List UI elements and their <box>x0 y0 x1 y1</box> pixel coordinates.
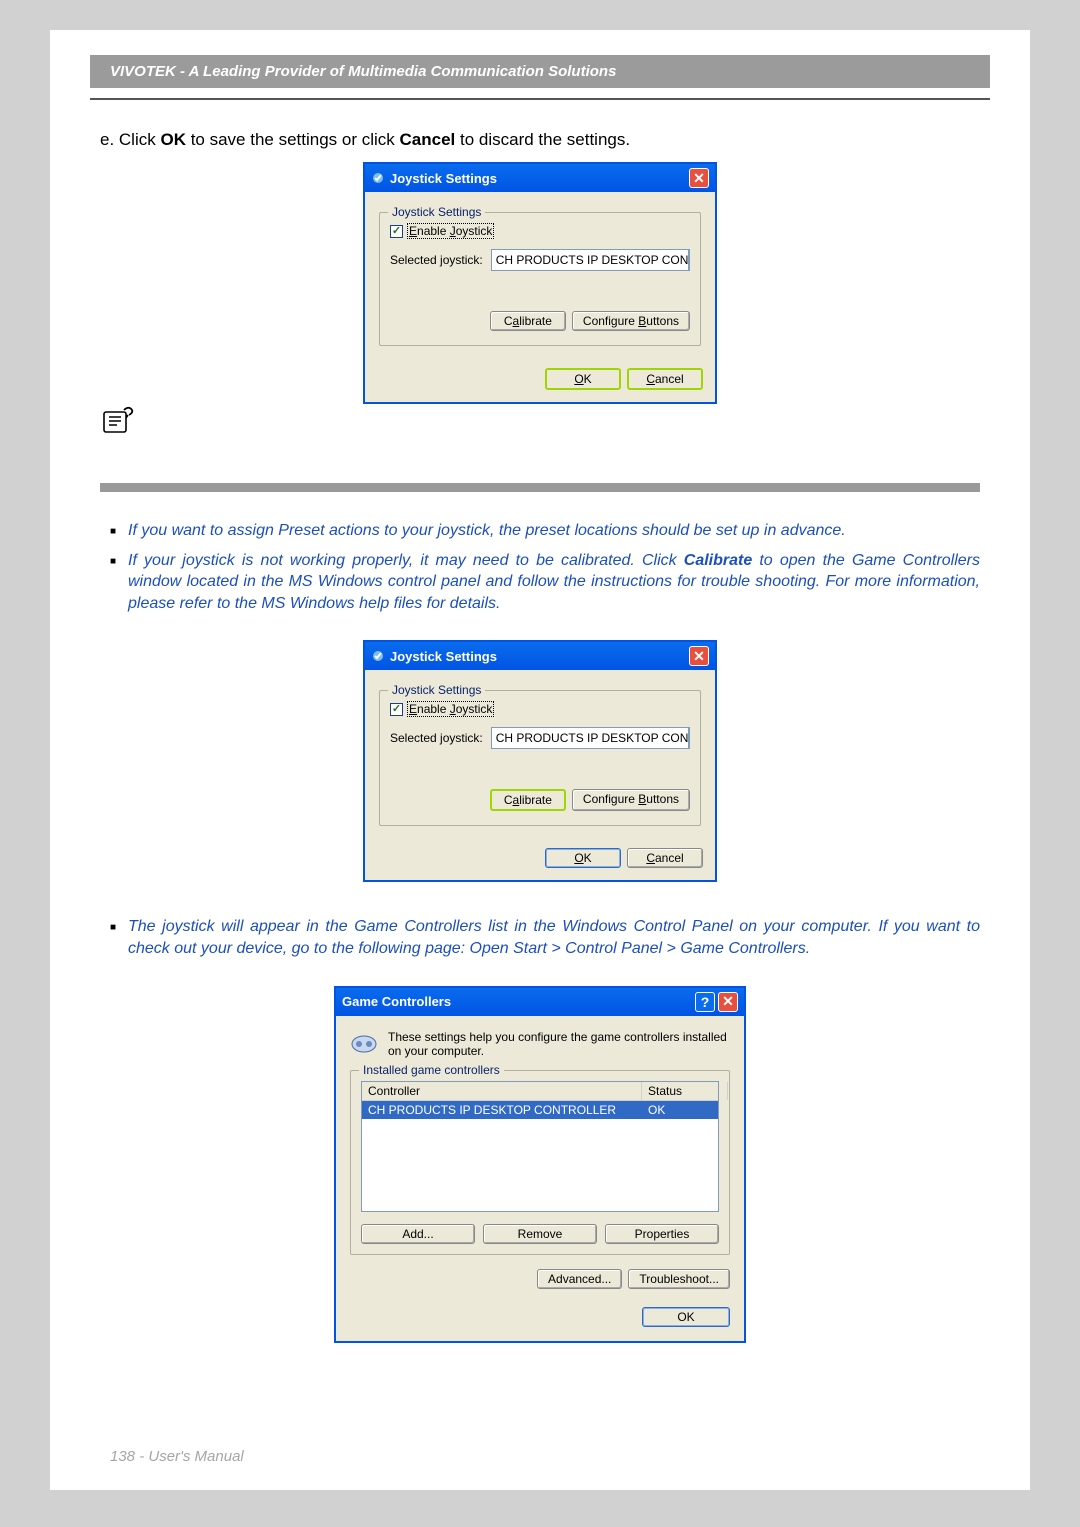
titlebar: Game Controllers ? ✕ <box>336 988 744 1016</box>
header-band: VIVOTEK - A Leading Provider of Multimed… <box>90 55 990 88</box>
dialog-title: Joystick Settings <box>390 649 497 664</box>
close-icon[interactable]: ✕ <box>689 646 709 666</box>
titlebar: Joystick Settings ✕ <box>365 642 715 670</box>
gc-description: These settings help you configure the ga… <box>388 1030 730 1058</box>
dialog-title: Joystick Settings <box>390 171 497 186</box>
joystick-settings-dialog-2: Joystick Settings ✕ Joystick Settings ✓ … <box>363 640 717 882</box>
cancel-button[interactable]: Cancel <box>627 848 703 868</box>
close-icon[interactable]: ✕ <box>689 168 709 188</box>
app-icon <box>371 171 385 185</box>
configure-buttons-button[interactable]: Configure Buttons <box>572 789 690 811</box>
selected-joystick-label: Selected joystick: <box>390 253 483 267</box>
ok-button[interactable]: OK <box>545 368 621 390</box>
configure-buttons-button[interactable]: Configure Buttons <box>572 311 690 331</box>
gc-group-legend: Installed game controllers <box>359 1063 504 1077</box>
group-legend: Joystick Settings <box>388 205 485 219</box>
ok-button[interactable]: OK <box>545 848 621 868</box>
column-header-status[interactable]: Status <box>642 1082 728 1100</box>
app-icon <box>371 649 385 663</box>
ok-button[interactable]: OK <box>642 1307 730 1327</box>
note-bullet-1: If you want to assign Preset actions to … <box>100 520 980 542</box>
selected-joystick-label: Selected joystick: <box>390 731 483 745</box>
page-footer: 138 - User's Manual <box>110 1448 244 1465</box>
step-instruction: e. Click OK to save the settings or clic… <box>100 130 980 150</box>
controller-row-selected[interactable]: CH PRODUCTS IP DESKTOP CONTROLLER OK <box>362 1101 718 1119</box>
calibrate-button[interactable]: Calibrate <box>490 311 566 331</box>
column-header-controller[interactable]: Controller <box>362 1082 642 1100</box>
note-bullet-2: If your joystick is not working properly… <box>100 550 980 615</box>
selected-joystick-dropdown[interactable]: CH PRODUCTS IP DESKTOP CON ▼ <box>491 249 690 271</box>
chevron-down-icon: ▼ <box>688 728 690 748</box>
controllers-listbox[interactable]: Controller Status CH PRODUCTS IP DESKTOP… <box>361 1081 719 1212</box>
advanced-button[interactable]: Advanced... <box>537 1269 622 1289</box>
enable-joystick-label: Enable Joystick <box>407 223 494 239</box>
close-icon[interactable]: ✕ <box>718 992 738 1012</box>
joystick-settings-dialog-1: Joystick Settings ✕ Joystick Settings ✓ … <box>363 162 717 404</box>
chevron-down-icon: ▼ <box>688 250 690 270</box>
troubleshoot-button[interactable]: Troubleshoot... <box>628 1269 730 1289</box>
help-icon[interactable]: ? <box>695 992 715 1012</box>
properties-button[interactable]: Properties <box>605 1224 719 1244</box>
enable-joystick-checkbox[interactable]: ✓ <box>390 225 403 238</box>
enable-joystick-checkbox[interactable]: ✓ <box>390 703 403 716</box>
cancel-button[interactable]: Cancel <box>627 368 703 390</box>
game-controllers-dialog: Game Controllers ? ✕ These settings help… <box>334 986 746 1343</box>
selected-joystick-dropdown[interactable]: CH PRODUCTS IP DESKTOP CON ▼ <box>491 727 690 749</box>
controller-icon <box>350 1030 378 1054</box>
remove-button[interactable]: Remove <box>483 1224 597 1244</box>
calibrate-button-highlighted[interactable]: Calibrate <box>490 789 566 811</box>
titlebar: Joystick Settings ✕ <box>365 164 715 192</box>
note-separator <box>100 483 980 492</box>
enable-joystick-label: Enable Joystick <box>407 701 494 717</box>
dialog-title: Game Controllers <box>342 994 451 1009</box>
note-bullet-3: The joystick will appear in the Game Con… <box>100 916 980 959</box>
add-button[interactable]: Add... <box>361 1224 475 1244</box>
group-legend: Joystick Settings <box>388 683 485 697</box>
note-icon <box>100 402 138 436</box>
